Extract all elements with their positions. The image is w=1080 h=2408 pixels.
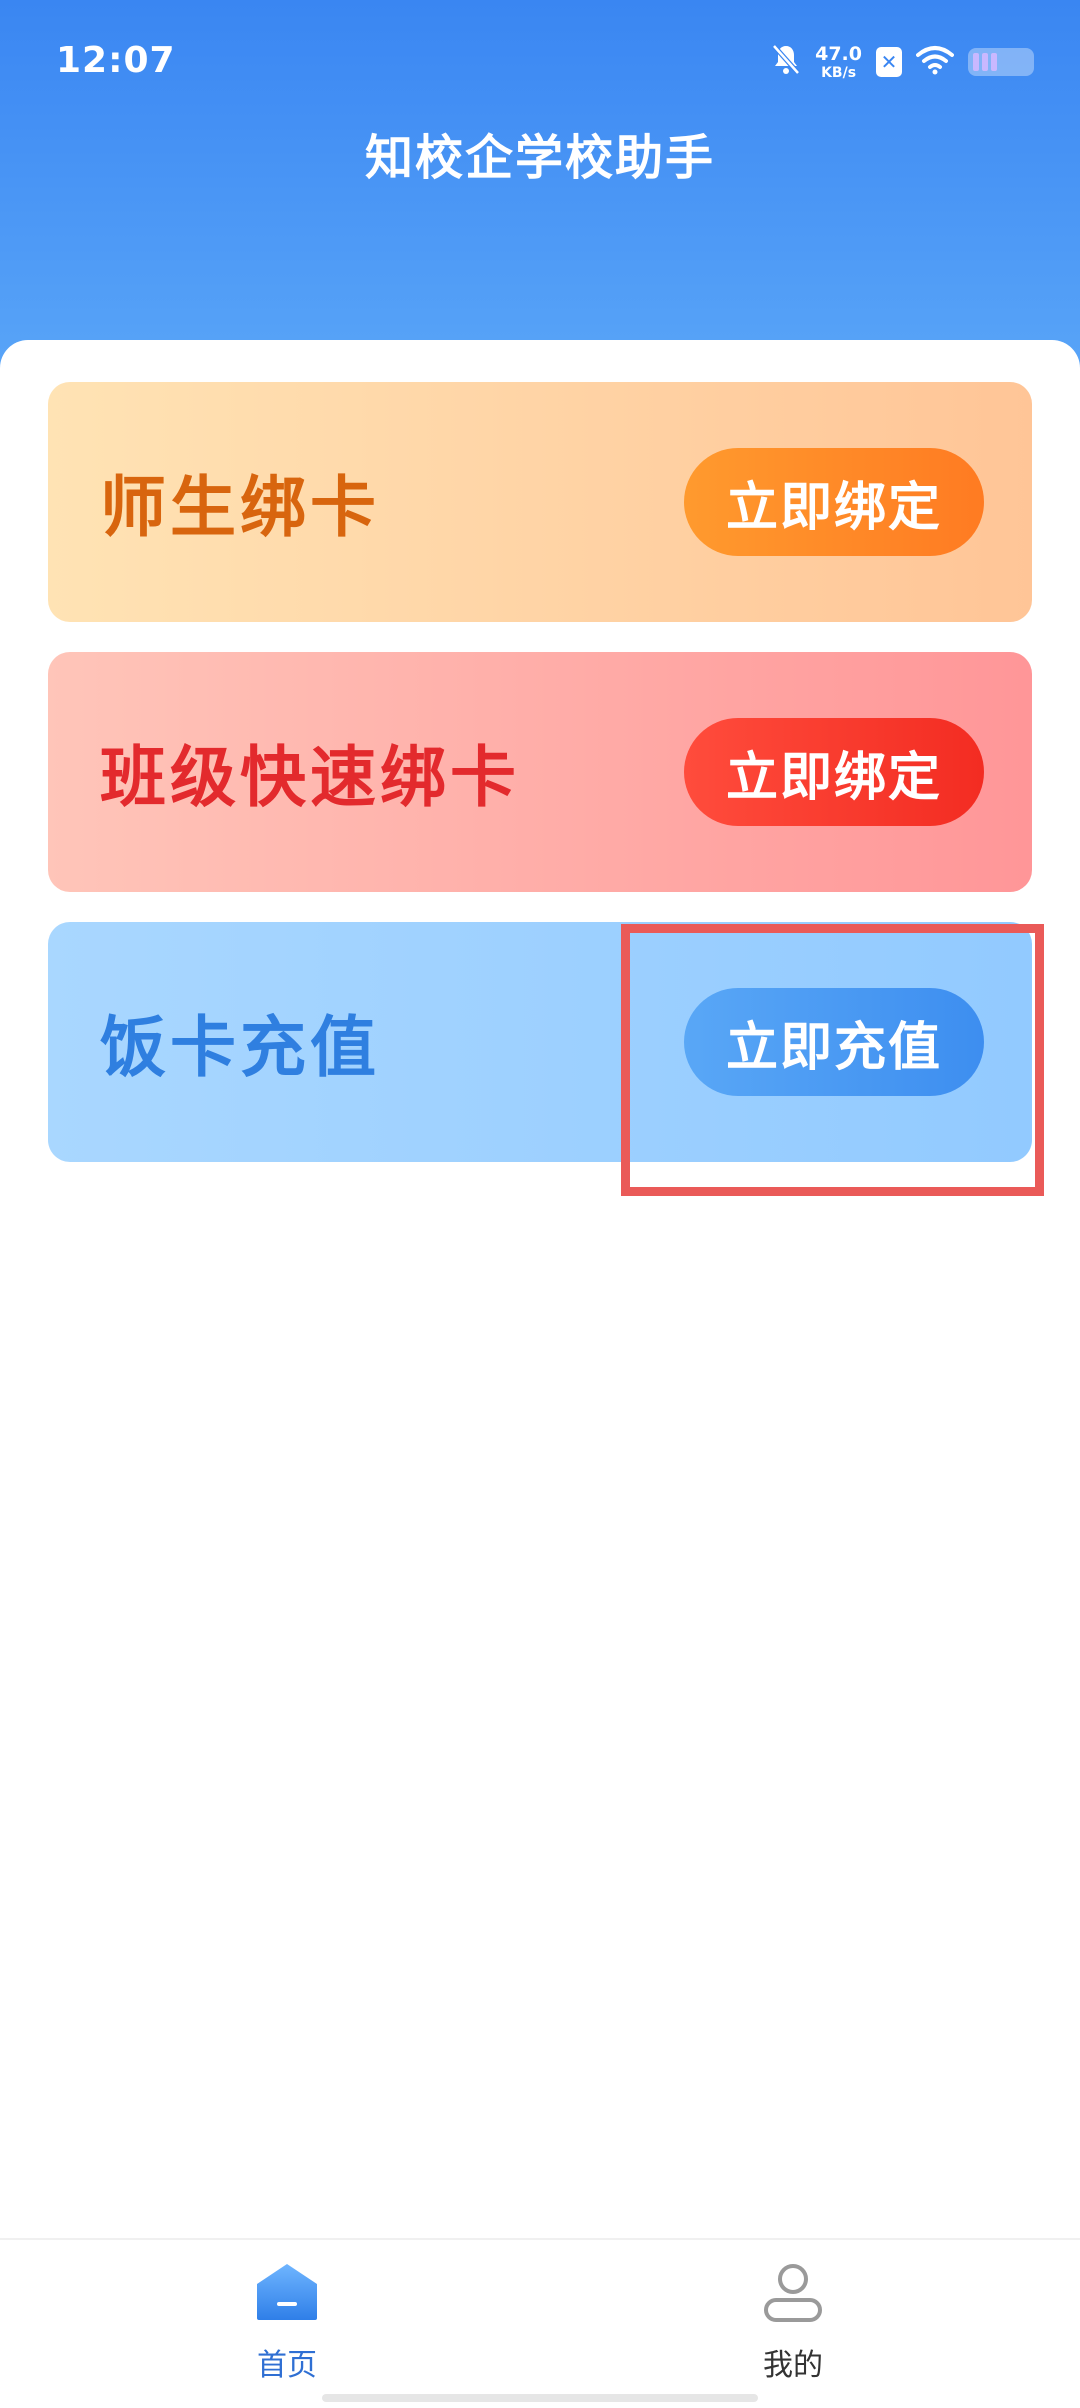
- bell-muted-icon: [771, 43, 801, 81]
- bottom-nav: 首页 我的: [0, 2238, 1080, 2408]
- net-speed: 47.0 KB/s: [815, 42, 862, 81]
- header: 12:07 47.0 KB/s ✕ 知校企学校助手: [0, 0, 1080, 390]
- app-title: 知校企学校助手: [364, 130, 715, 186]
- card-class-quick-bind: 班级快速绑卡 立即绑定: [48, 652, 1032, 892]
- app-screen: 12:07 47.0 KB/s ✕ 知校企学校助手 师生绑卡 立即绑定 班级快速…: [0, 0, 1080, 2408]
- battery-icon: [968, 48, 1034, 76]
- nav-label-home: 首页: [257, 2348, 317, 2383]
- nav-item-home[interactable]: 首页: [187, 2262, 387, 2384]
- bind-now-button[interactable]: 立即绑定: [684, 448, 984, 556]
- content-sheet: [0, 340, 1080, 2240]
- sim-x-icon: ✕: [876, 47, 902, 77]
- net-speed-unit: KB/s: [821, 64, 857, 81]
- highlight-box: [621, 924, 1044, 1196]
- wifi-icon: [916, 45, 954, 79]
- card-teacher-student-bind: 师生绑卡 立即绑定: [48, 382, 1032, 622]
- status-icons: 47.0 KB/s ✕: [771, 40, 1034, 84]
- status-bar: 12:07 47.0 KB/s ✕: [0, 0, 1080, 120]
- quick-bind-now-button[interactable]: 立即绑定: [684, 718, 984, 826]
- status-time: 12:07: [56, 40, 176, 81]
- nav-item-mine[interactable]: 我的: [693, 2262, 893, 2384]
- net-speed-value: 47.0: [815, 42, 862, 65]
- home-indicator: [322, 2394, 758, 2402]
- card-title: 师生绑卡: [100, 469, 380, 546]
- home-icon: [255, 2262, 319, 2326]
- nav-label-mine: 我的: [763, 2348, 823, 2383]
- card-title: 班级快速绑卡: [100, 739, 520, 816]
- user-icon: [761, 2262, 825, 2326]
- card-title: 饭卡充值: [100, 1009, 380, 1086]
